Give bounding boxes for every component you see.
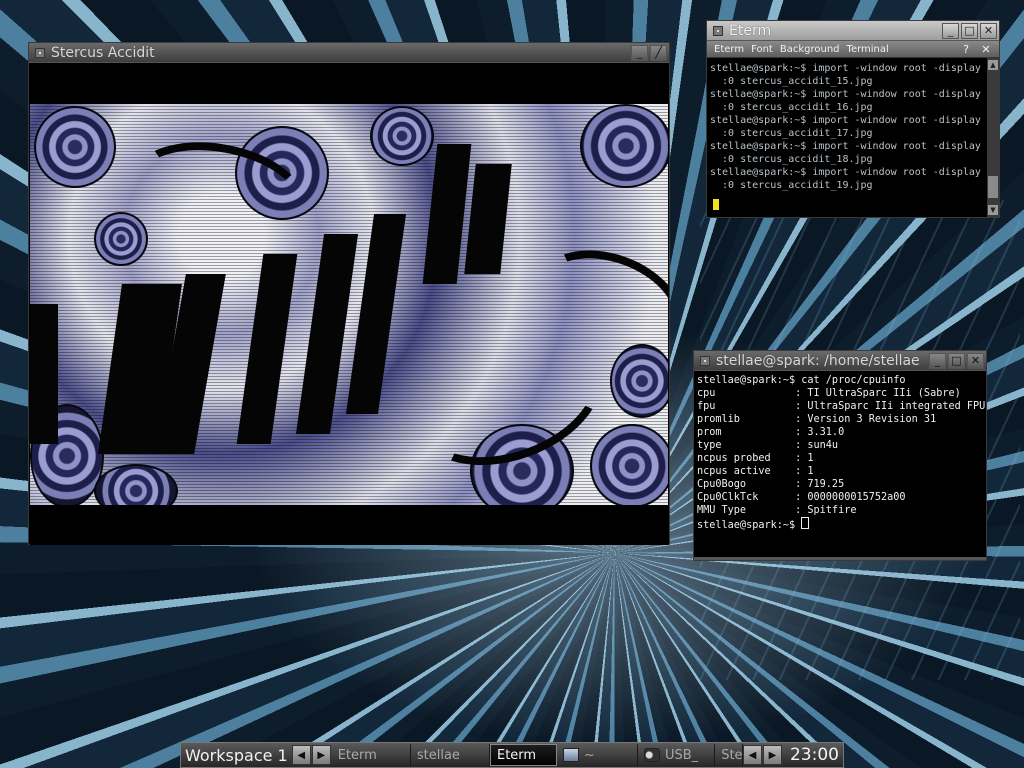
- cpuinfo-row: ncpus probed : 1: [697, 453, 814, 464]
- command-line: stellae@spark:~$ cat /proc/cpuinfo: [697, 375, 906, 386]
- window-menu-icon[interactable]: [713, 25, 723, 36]
- scroll-down-icon[interactable]: ▼: [988, 205, 998, 215]
- terminal-line: :0 stercus_accidit_19.jpg: [722, 180, 873, 191]
- arrow-right-icon[interactable]: ▶: [762, 745, 782, 765]
- minimize-icon[interactable]: _: [942, 22, 959, 39]
- arrow-left-icon[interactable]: ◀: [291, 745, 311, 765]
- window-menu-icon[interactable]: [35, 47, 45, 58]
- close-icon[interactable]: ╱: [650, 44, 667, 61]
- menu-background[interactable]: Background: [780, 44, 840, 55]
- help-icon[interactable]: ?: [959, 43, 973, 56]
- cpuinfo-row: promlib : Version 3 Revision 31: [697, 414, 937, 425]
- eterm2-titlebar[interactable]: stellae@spark: /home/stellae _ □ ✕: [694, 351, 986, 371]
- cpuinfo-row: fpu : UltraSparc IIi integrated FPU: [697, 401, 986, 412]
- task-stellae[interactable]: stellae: [411, 744, 490, 766]
- usb-icon: [643, 748, 660, 762]
- eterm1-titlebar[interactable]: Eterm _ □ ✕: [707, 21, 999, 41]
- gothic-letter: [464, 164, 512, 274]
- task-home[interactable]: ~: [557, 744, 638, 766]
- cpuinfo-row: type : sun4u: [697, 440, 839, 451]
- eterm2-title: stellae@spark: /home/stellae: [716, 352, 920, 369]
- task-usb[interactable]: USB_: [638, 744, 716, 766]
- maximize-icon[interactable]: □: [961, 22, 978, 39]
- menu-font[interactable]: Font: [751, 44, 773, 55]
- viewer-title: Stercus Accidit: [51, 44, 155, 61]
- workspace-label[interactable]: Workspace 1: [181, 746, 292, 765]
- rose-ornament: [590, 424, 668, 508]
- task-eterm-1[interactable]: Eterm: [332, 744, 411, 766]
- minimize-icon[interactable]: _: [631, 44, 648, 61]
- file-manager-icon: [562, 748, 579, 762]
- close-icon[interactable]: ✕: [980, 22, 997, 39]
- scroll-up-icon[interactable]: ▲: [988, 60, 998, 70]
- terminal-line: :0 stercus_accidit_15.jpg: [722, 76, 873, 87]
- minimize-icon[interactable]: _: [929, 352, 946, 369]
- menu-terminal[interactable]: Terminal: [847, 44, 889, 55]
- rose-ornament: [580, 104, 668, 188]
- scroll-thumb[interactable]: [988, 176, 998, 198]
- terminal-line: stellae@spark:~$ import -window root -di…: [710, 141, 981, 152]
- gothic-letter: [422, 144, 472, 284]
- taskbar: Workspace 1 ◀ ▶ Eterm stellae Eterm ~ US…: [180, 742, 844, 768]
- terminal-line: stellae@spark:~$ import -window root -di…: [710, 167, 981, 178]
- arrow-left-icon[interactable]: ◀: [742, 745, 762, 765]
- eterm-window-cpuinfo[interactable]: stellae@spark: /home/stellae _ □ ✕ stell…: [693, 350, 987, 561]
- terminal-cursor: [713, 199, 719, 210]
- clock: 23:00: [789, 745, 839, 765]
- gothic-letter: [30, 304, 58, 444]
- eterm1-title: Eterm: [729, 22, 772, 39]
- viewer-image: [30, 104, 668, 545]
- task-stercus[interactable]: Ste: [715, 744, 743, 766]
- eterm-window-screenshots[interactable]: Eterm _ □ ✕ Eterm Font Background Termin…: [706, 20, 1000, 218]
- arrow-right-icon[interactable]: ▶: [311, 745, 331, 765]
- cpuinfo-row: cpu : TI UltraSparc IIi (Sabre): [697, 388, 961, 399]
- viewer-titlebar[interactable]: Stercus Accidit _ ╱: [29, 43, 669, 63]
- window-menu-icon[interactable]: [700, 355, 710, 366]
- eterm1-output: stellae@spark:~$ import -window root -di…: [707, 58, 987, 192]
- prompt-line: stellae@spark:~$: [697, 520, 802, 531]
- terminal-line: stellae@spark:~$ import -window root -di…: [710, 89, 981, 100]
- rose-ornament: [34, 106, 116, 188]
- close-icon[interactable]: ✕: [979, 43, 993, 56]
- terminal-line: stellae@spark:~$ import -window root -di…: [710, 63, 981, 74]
- terminal-line: :0 stercus_accidit_18.jpg: [722, 154, 873, 165]
- eterm1-terminal[interactable]: stellae@spark:~$ import -window root -di…: [707, 58, 987, 217]
- terminal-line: :0 stercus_accidit_16.jpg: [722, 102, 873, 113]
- cpuinfo-row: MMU Type : Spitfire: [697, 505, 857, 516]
- terminal-line: :0 stercus_accidit_17.jpg: [722, 128, 873, 139]
- terminal-cursor: [801, 517, 810, 529]
- menu-eterm[interactable]: Eterm: [714, 44, 744, 55]
- eterm1-scrollbar[interactable]: ▲ ▼: [987, 58, 999, 217]
- task-eterm-active[interactable]: Eterm: [490, 744, 557, 766]
- maximize-icon[interactable]: □: [948, 352, 965, 369]
- image-viewer-window[interactable]: Stercus Accidit _ ╱: [28, 42, 670, 545]
- cpuinfo-row: ncpus active : 1: [697, 466, 814, 477]
- cpuinfo-row: prom : 3.31.0: [697, 427, 845, 438]
- rose-ornament: [370, 106, 434, 166]
- rose-ornament: [94, 212, 148, 266]
- eterm1-menubar: Eterm Font Background Terminal ? ✕: [707, 41, 999, 58]
- cpuinfo-row: Cpu0Bogo : 719.25: [697, 479, 845, 490]
- cpuinfo-rows: cpu : TI UltraSparc IIi (Sabre) fpu : Ul…: [697, 388, 985, 516]
- eterm2-terminal[interactable]: stellae@spark:~$ cat /proc/cpuinfo cpu :…: [694, 371, 986, 560]
- image-letterbox-bottom: [30, 505, 668, 545]
- eterm2-output: stellae@spark:~$ cat /proc/cpuinfo cpu :…: [694, 371, 986, 532]
- terminal-line: stellae@spark:~$ import -window root -di…: [710, 115, 981, 126]
- cpuinfo-row: Cpu0ClkTck : 0000000015752a00: [697, 492, 906, 503]
- close-icon[interactable]: ✕: [967, 352, 984, 369]
